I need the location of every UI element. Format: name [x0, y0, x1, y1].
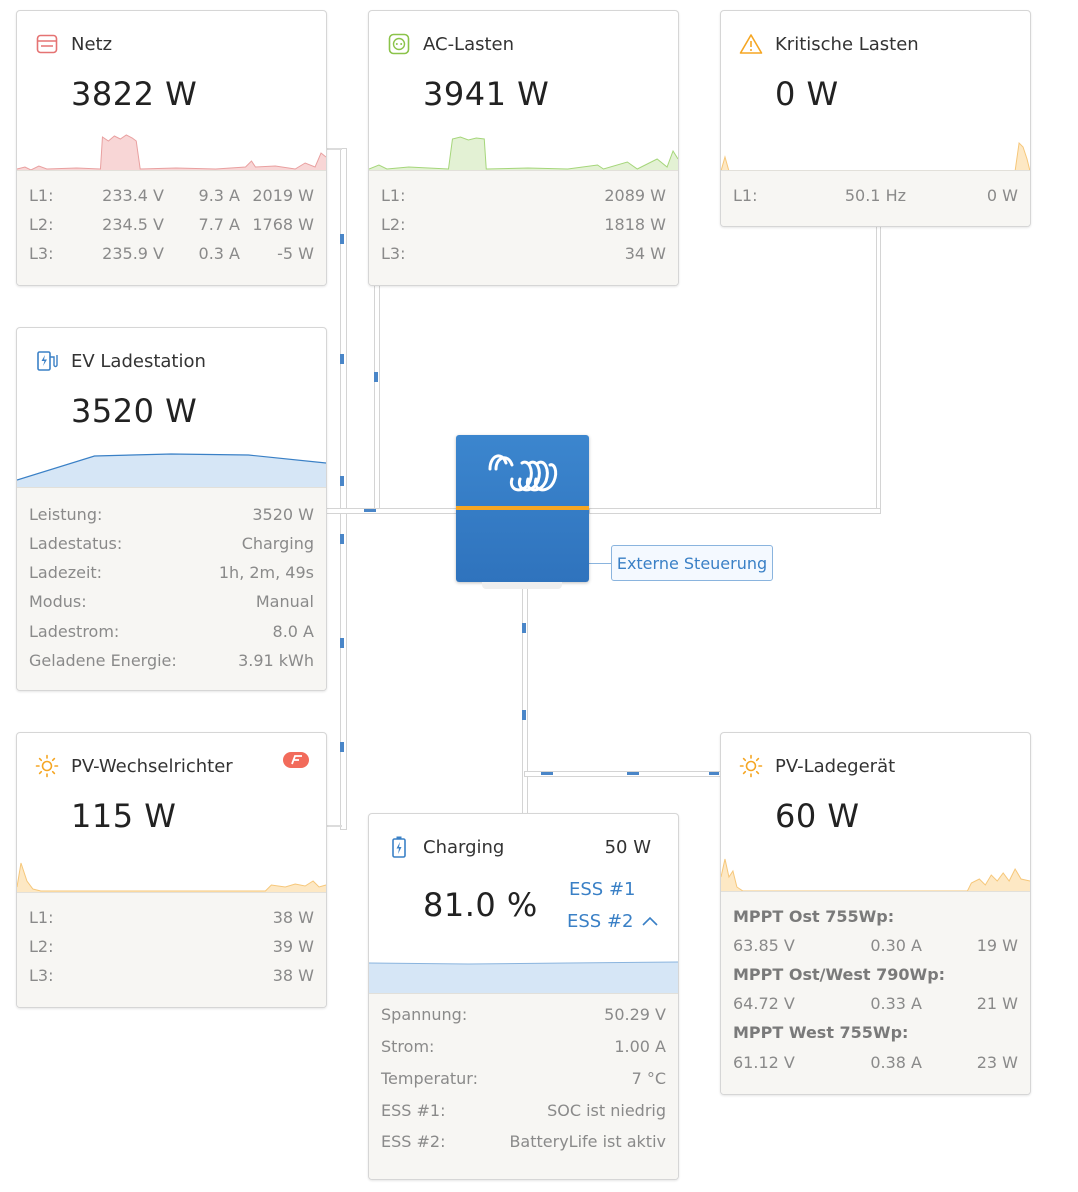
ac-loads-title: AC-Lasten [423, 33, 515, 55]
critical-loads-header: Kritische Lasten [739, 31, 919, 57]
grid-card[interactable]: Netz 3822 W L1: 233.4 V 9.3 A 2019 W L2:… [16, 10, 327, 286]
battery-card[interactable]: Charging 50 W 81.0 % ESS #1 ESS #2 Spann… [368, 813, 679, 1180]
grid-sparkline [17, 134, 326, 173]
fronius-badge-icon [283, 752, 309, 768]
pv-inverter-title: PV-Wechselrichter [71, 755, 233, 777]
critical-loads-sparkline [721, 141, 1030, 173]
ac-loads-header: AC-Lasten [387, 31, 514, 57]
pv-charger-sparkline [721, 858, 1030, 895]
inverter-base [482, 582, 562, 589]
ev-row-duration: Ladezeit: 1h, 2m, 49s [29, 563, 314, 582]
external-control-label[interactable]: Externe Steuerung [611, 545, 773, 581]
ess2-link[interactable]: ESS #2 [567, 911, 659, 932]
pv-inverter-row-l3: L3: 38 W [29, 966, 314, 985]
grid-row-l3: L3: 235.9 V 0.3 A -5 W [29, 244, 314, 263]
pv-inverter-sparkline [17, 862, 326, 895]
battery-row-voltage: Spannung: 50.29 V [381, 1005, 666, 1024]
pv-charger-card[interactable]: PV-Ladegerät 60 W MPPT Ost 755Wp: 63.85 … [720, 732, 1031, 1095]
ess2-label: ESS #2 [567, 911, 634, 932]
ev-row-current: Ladestrom: 8.0 A [29, 622, 314, 641]
grid-details: L1: 233.4 V 9.3 A 2019 W L2: 234.5 V 7.7… [17, 170, 326, 285]
grid-row-l1: L1: 233.4 V 9.3 A 2019 W [29, 186, 314, 205]
pv-charger-header: PV-Ladegerät [739, 753, 895, 779]
mppt-2-values: 64.72 V 0.33 A 21 W [733, 994, 1018, 1013]
critical-loads-details: L1: 50.1 Hz 0 W [721, 170, 1030, 226]
chevron-up-icon [641, 911, 659, 932]
ess1-link[interactable]: ESS #1 [569, 879, 635, 900]
battery-row-temperature: Temperatur: 7 °C [381, 1069, 666, 1088]
battery-details: Spannung: 50.29 V Strom: 1.00 A Temperat… [369, 993, 678, 1179]
battery-state: Charging [423, 836, 505, 858]
ev-charger-header: EV Ladestation [35, 348, 206, 374]
pv-charger-details: MPPT Ost 755Wp: 63.85 V 0.30 A 19 W MPPT… [721, 891, 1030, 1094]
battery-power: 50 W [604, 837, 651, 858]
mppt-3-name: MPPT West 755Wp: [733, 1023, 909, 1042]
pv-inverter-header: PV-Wechselrichter [35, 753, 233, 779]
battery-row-ess2: ESS #2: BatteryLife ist aktiv [381, 1132, 666, 1151]
sun-icon [739, 754, 763, 778]
ev-charger-details: Leistung: 3520 W Ladestatus: Charging La… [17, 487, 326, 690]
grid-power: 3822 W [71, 75, 198, 113]
mppt-3-values: 61.12 V 0.38 A 23 W [733, 1053, 1018, 1072]
grid-meter-icon [35, 32, 59, 56]
pv-inverter-power: 115 W [71, 797, 177, 835]
sun-icon [35, 754, 59, 778]
pv-inverter-card[interactable]: PV-Wechselrichter 115 W L1: 38 W L2: 39 … [16, 732, 327, 1008]
pv-charger-title: PV-Ladegerät [775, 755, 896, 777]
victron-logo-icon [484, 445, 562, 501]
inverter-block[interactable] [456, 435, 589, 582]
ev-charger-icon [35, 349, 59, 373]
mppt-1-name: MPPT Ost 755Wp: [733, 907, 895, 926]
pv-inverter-details: L1: 38 W L2: 39 W L3: 38 W [17, 892, 326, 1007]
battery-sparkline [369, 961, 678, 996]
ev-row-status: Ladestatus: Charging [29, 534, 314, 553]
ac-loads-row-l2: L2: 1818 W [381, 215, 666, 234]
pv-inverter-row-l1: L1: 38 W [29, 908, 314, 927]
ac-loads-details: L1: 2089 W L2: 1818 W L3: 34 W [369, 170, 678, 285]
pv-inverter-row-l2: L2: 39 W [29, 937, 314, 956]
ev-charger-power: 3520 W [71, 392, 198, 430]
mppt-2-name: MPPT Ost/West 790Wp: [733, 965, 946, 984]
battery-header: Charging [387, 834, 504, 860]
ev-row-energy: Geladene Energie: 3.91 kWh [29, 651, 314, 670]
pv-charger-power: 60 W [775, 797, 860, 835]
inverter-stripe [456, 506, 589, 510]
battery-row-current: Strom: 1.00 A [381, 1037, 666, 1056]
ev-row-mode: Modus: Manual [29, 592, 314, 611]
battery-soc: 81.0 % [423, 886, 538, 924]
battery-row-ess1: ESS #1: SOC ist niedrig [381, 1101, 666, 1120]
battery-charging-icon [387, 835, 411, 859]
ac-loads-row-l1: L1: 2089 W [381, 186, 666, 205]
critical-loads-row-l1: L1: 50.1 Hz 0 W [733, 186, 1018, 205]
critical-loads-title: Kritische Lasten [775, 33, 919, 55]
ev-charger-title: EV Ladestation [71, 350, 206, 372]
warning-triangle-icon [739, 32, 763, 56]
ac-outlet-icon [387, 32, 411, 56]
ac-loads-sparkline [369, 136, 678, 173]
ac-loads-row-l3: L3: 34 W [381, 244, 666, 263]
grid-row-l2: L2: 234.5 V 7.7 A 1768 W [29, 215, 314, 234]
critical-loads-power: 0 W [775, 75, 839, 113]
critical-loads-card[interactable]: Kritische Lasten 0 W L1: 50.1 Hz 0 W [720, 10, 1031, 227]
ac-loads-power: 3941 W [423, 75, 550, 113]
ev-charger-card[interactable]: EV Ladestation 3520 W Leistung: 3520 W L… [16, 327, 327, 691]
ev-row-power: Leistung: 3520 W [29, 505, 314, 524]
mppt-1-values: 63.85 V 0.30 A 19 W [733, 936, 1018, 955]
ac-loads-card[interactable]: AC-Lasten 3941 W L1: 2089 W L2: 1818 W L… [368, 10, 679, 286]
ev-charger-sparkline [17, 453, 326, 490]
grid-card-header: Netz [35, 31, 112, 57]
grid-title: Netz [71, 33, 113, 55]
